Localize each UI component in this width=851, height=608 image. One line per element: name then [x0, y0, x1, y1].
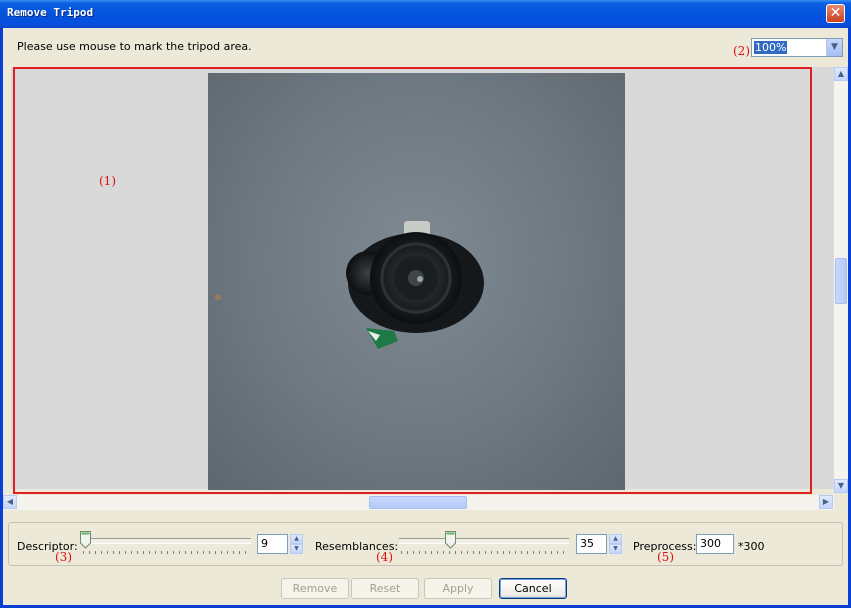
descriptor-input[interactable]: 9 — [257, 534, 288, 554]
preprocess-input[interactable]: 300 — [696, 534, 734, 554]
descriptor-slider-track[interactable] — [83, 538, 251, 544]
horizontal-scroll-thumb[interactable] — [369, 496, 467, 509]
tripod-head — [346, 221, 484, 349]
spin-down-icon[interactable]: ▼ — [609, 544, 622, 554]
close-icon: ✕ — [829, 5, 842, 21]
scroll-right-button[interactable]: ▶ — [819, 495, 833, 509]
cancel-button[interactable]: Cancel — [499, 578, 567, 599]
scroll-up-button[interactable]: ▲ — [834, 67, 848, 81]
descriptor-spinner[interactable]: ▲ ▼ — [290, 534, 303, 554]
instruction-text: Please use mouse to mark the tripod area… — [17, 40, 252, 53]
stain-mark — [215, 294, 221, 300]
close-button[interactable]: ✕ — [826, 4, 845, 23]
resemblances-slider-track[interactable] — [399, 538, 569, 544]
chevron-up-icon: ▲ — [837, 69, 845, 78]
annotation-label-resemblances: (4) — [376, 550, 393, 564]
zoom-select[interactable]: 100% ▼ — [751, 38, 843, 57]
resemblances-slider-ticks — [401, 551, 567, 554]
photo-content — [215, 221, 484, 349]
annotation-label-descriptor: (3) — [55, 550, 72, 564]
chevron-down-icon: ▼ — [831, 42, 838, 52]
dialog-client-area: Please use mouse to mark the tripod area… — [3, 28, 848, 605]
spin-up-icon[interactable]: ▲ — [290, 534, 303, 544]
reset-button[interactable]: Reset — [351, 578, 419, 599]
horizontal-scrollbar[interactable]: ◀ ▶ — [3, 495, 834, 510]
chevron-down-icon: ▼ — [837, 481, 845, 490]
scroll-left-button[interactable]: ◀ — [3, 495, 17, 509]
tripod-photo[interactable] — [208, 73, 625, 490]
vertical-scroll-thumb[interactable] — [835, 258, 847, 304]
annotation-label-preprocess: (5) — [657, 550, 674, 564]
descriptor-slider-ticks — [83, 551, 251, 554]
chevron-left-icon: ◀ — [6, 497, 14, 506]
spin-up-icon[interactable]: ▲ — [609, 534, 622, 544]
annotation-label-canvas: (1) — [99, 174, 116, 188]
zoom-dropdown-button[interactable]: ▼ — [826, 39, 842, 56]
preprocess-suffix: *300 — [738, 540, 765, 553]
dialog-window: Remove Tripod ✕ Please use mouse to mark… — [0, 0, 851, 608]
scroll-down-button[interactable]: ▼ — [834, 479, 848, 493]
apply-button[interactable]: Apply — [424, 578, 492, 599]
vertical-scrollbar[interactable]: ▲ ▼ — [834, 67, 848, 493]
chevron-right-icon: ▶ — [822, 497, 830, 506]
window-title: Remove Tripod — [7, 6, 94, 19]
resemblances-spinner[interactable]: ▲ ▼ — [609, 534, 622, 554]
annotation-label-zoom: (2) — [733, 44, 750, 58]
spin-down-icon[interactable]: ▼ — [290, 544, 303, 554]
title-bar[interactable]: Remove Tripod ✕ — [0, 0, 851, 28]
remove-button[interactable]: Remove — [281, 578, 349, 599]
resemblances-slider-thumb[interactable] — [445, 531, 457, 549]
zoom-value: 100% — [754, 41, 788, 54]
resemblances-input[interactable]: 35 — [576, 534, 607, 554]
descriptor-slider-thumb[interactable] — [80, 531, 91, 549]
